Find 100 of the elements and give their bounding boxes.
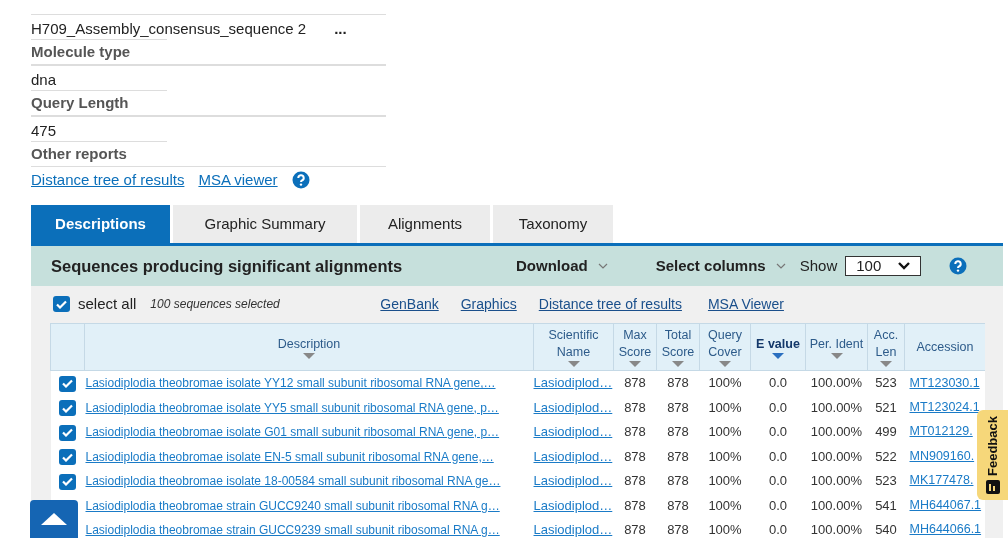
tab[interactable]: Taxonomy (493, 205, 613, 243)
field-label: Query Length (31, 92, 129, 113)
column-header[interactable]: Max Score (613, 323, 657, 371)
result-link[interactable]: Lasiodiplod… (533, 473, 613, 488)
table-cell: 100.00% (810, 424, 863, 439)
table-cell: 878 (624, 399, 646, 415)
download-menu[interactable]: Download (516, 254, 608, 278)
row-checkbox[interactable] (59, 449, 76, 465)
column-header[interactable]: Acc. Len (867, 323, 905, 371)
chevron-down-icon (597, 263, 608, 269)
result-link[interactable]: Lasiodiplod… (533, 448, 613, 464)
result-link[interactable]: Lasiodiplod… (533, 522, 613, 537)
report-link[interactable]: Distance tree of results (31, 168, 185, 192)
result-link[interactable]: MN909160. (909, 448, 975, 463)
scroll-to-top-button[interactable] (30, 500, 78, 538)
table-cell: 878 (667, 424, 689, 439)
result-link[interactable]: Lasiodiplodia theobromae isolate EN-5 small subunit ribosomal RNA gene,… (85, 449, 494, 464)
help-icon[interactable] (291, 171, 310, 189)
table-cell: 100.00% (810, 473, 863, 488)
row-checkbox[interactable] (59, 375, 76, 392)
row-checkbox[interactable] (59, 424, 76, 441)
table-cell: 878 (667, 375, 689, 391)
sort-arrow-icon[interactable] (303, 352, 315, 359)
table-cell: 521 (875, 399, 897, 415)
table-cell: 878 (667, 473, 689, 488)
table-cell: 0.0 (768, 424, 788, 439)
column-header[interactable]: Per. Ident (805, 323, 868, 371)
results-title: Sequences producing significant alignments (51, 255, 404, 277)
tab[interactable]: Graphic Summary (173, 205, 357, 243)
field-label: Other reports (31, 143, 127, 164)
result-link[interactable]: Lasiodiplodia theobromae isolate YY12 small subunit ribosomal RNA gene,… (85, 376, 496, 391)
selection-count: 100 sequences selected (150, 296, 281, 313)
column-header[interactable]: E value (750, 323, 806, 371)
table-cell: 878 (667, 522, 689, 537)
sort-arrow-icon[interactable] (830, 352, 843, 359)
sort-arrow-icon[interactable] (719, 361, 731, 367)
column-header[interactable]: Scientific Name (533, 323, 614, 371)
table-cell: 0.0 (768, 448, 788, 464)
result-link[interactable]: MH644066.1 (909, 522, 982, 537)
chevron-down-icon (775, 263, 786, 269)
table-cell: 100% (708, 375, 742, 391)
result-link[interactable]: MT123030.1 (909, 375, 980, 390)
sort-arrow-icon[interactable] (672, 361, 684, 367)
toolbar-link[interactable]: Distance tree of results (538, 293, 682, 315)
table-cell: 100.00% (810, 497, 863, 513)
table-cell: 523 (875, 473, 897, 488)
result-link[interactable]: MT012129. (909, 424, 973, 439)
sort-arrow-icon[interactable] (772, 352, 784, 359)
result-link[interactable]: Lasiodiplod… (533, 497, 613, 513)
row-checkbox[interactable] (59, 400, 76, 416)
result-link[interactable]: Lasiodiplodia theobromae isolate YY5 small subunit ribosomal RNA gene, p… (85, 400, 499, 415)
result-link[interactable]: MH644067.1 (909, 497, 982, 512)
table-cell: 100% (708, 473, 742, 488)
table-cell: 878 (667, 497, 689, 513)
table-cell: 878 (624, 522, 646, 537)
toolbar-link[interactable]: Graphics (460, 293, 517, 315)
column-header[interactable]: Accession (904, 323, 985, 371)
column-header[interactable]: Description (84, 323, 534, 371)
table-cell: 878 (624, 375, 646, 391)
sort-arrow-icon[interactable] (629, 361, 641, 367)
feedback-tab[interactable]: Feedback (977, 410, 1008, 500)
select-all-checkbox[interactable] (53, 296, 70, 312)
table-cell: 100% (708, 448, 742, 464)
table-cell: 878 (667, 399, 689, 415)
table-cell: 878 (624, 473, 646, 488)
result-link[interactable]: Lasiodiplodia theobromae isolate G01 small subunit ribosomal RNA gene, p… (85, 425, 500, 439)
toolbar-link[interactable]: GenBank (380, 293, 439, 315)
column-header[interactable]: Total Score (656, 323, 700, 371)
result-link[interactable]: MT123024.1 (909, 399, 980, 414)
table-cell: 100% (708, 522, 742, 537)
result-link[interactable]: Lasiodiplod… (533, 424, 613, 439)
sort-arrow-icon[interactable] (567, 361, 580, 367)
show-select[interactable]: 100 (845, 256, 922, 276)
toolbar-link[interactable]: MSA Viewer (707, 293, 784, 315)
table-cell: 499 (875, 424, 897, 439)
result-link[interactable]: Lasiodiplod… (533, 399, 613, 415)
tab[interactable]: Descriptions (31, 205, 170, 243)
result-link[interactable]: Lasiodiplodia theobromae isolate 18-00584 small subunit ribosomal RNA ge… (85, 474, 501, 488)
help-icon[interactable] (949, 257, 968, 275)
table-cell: 878 (624, 497, 646, 513)
row-checkbox[interactable] (59, 473, 76, 490)
result-link[interactable]: Lasiodiplodia theobromae strain GUCC9239 small subunit ribosomal RNA g… (85, 523, 500, 537)
field-label: Molecule type (31, 41, 131, 62)
show-label: Show (799, 255, 838, 276)
table-cell: 541 (875, 497, 897, 513)
report-link[interactable]: MSA viewer (198, 168, 278, 192)
table-cell: 0.0 (768, 522, 788, 537)
sort-arrow-icon[interactable] (880, 361, 892, 367)
more-button[interactable]: ... (334, 17, 347, 41)
feedback-icon (985, 480, 1000, 494)
result-link[interactable]: Lasiodiplodia theobromae strain GUCC9240 small subunit ribosomal RNA g… (85, 498, 500, 513)
result-link[interactable]: Lasiodiplod… (533, 375, 613, 391)
table-cell: 0.0 (768, 497, 788, 513)
select-columns-menu[interactable]: Select columns (655, 254, 786, 278)
chevron-down-icon (898, 262, 911, 270)
tab[interactable]: Alignments (360, 205, 490, 243)
result-link[interactable]: MK177478. (909, 473, 974, 488)
column-header[interactable]: Query Cover (699, 323, 751, 371)
table-cell: 523 (875, 375, 897, 391)
table-cell: 878 (624, 424, 646, 439)
